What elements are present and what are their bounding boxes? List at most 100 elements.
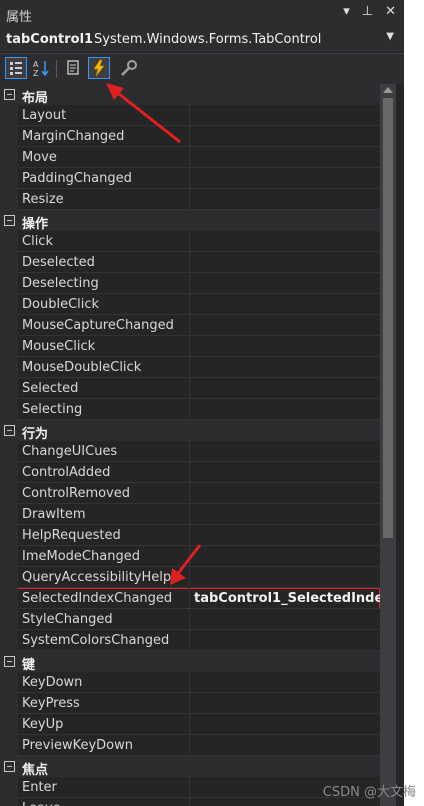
category-row[interactable]: 行为 — [0, 420, 380, 442]
event-value-cell[interactable] — [189, 714, 380, 735]
event-row[interactable]: Move — [0, 147, 380, 168]
event-value-cell[interactable] — [189, 525, 380, 546]
event-name: SelectedIndexChanged — [22, 591, 173, 606]
categorized-icon[interactable] — [5, 57, 27, 79]
event-name: KeyPress — [22, 696, 80, 711]
event-value-cell[interactable] — [189, 693, 380, 714]
event-row[interactable]: MarginChanged — [0, 126, 380, 147]
event-value-cell[interactable] — [189, 273, 380, 294]
event-name: Deselected — [22, 255, 95, 270]
event-row[interactable]: Deselecting — [0, 273, 380, 294]
event-value-cell[interactable] — [189, 735, 380, 756]
category-label: 布局 — [22, 91, 49, 106]
event-value-cell[interactable] — [189, 609, 380, 630]
event-row[interactable]: MouseDoubleClick — [0, 357, 380, 378]
event-value-cell[interactable] — [189, 336, 380, 357]
event-name: Deselecting — [22, 276, 99, 291]
event-row[interactable]: Resize — [0, 189, 380, 210]
event-value-cell[interactable] — [189, 126, 380, 147]
collapse-icon[interactable] — [4, 656, 15, 667]
properties-icon[interactable] — [62, 57, 84, 79]
event-row[interactable]: DoubleClick — [0, 294, 380, 315]
event-value-cell[interactable] — [189, 252, 380, 273]
properties-panel: 属性 ▾ ⊥ ✕ tabControl1 System.Windows.Form… — [0, 0, 404, 806]
event-row[interactable]: MouseCaptureChanged — [0, 315, 380, 336]
event-value-cell[interactable] — [189, 168, 380, 189]
collapse-icon[interactable] — [4, 89, 15, 100]
alphabetical-icon[interactable]: AZ — [30, 57, 52, 79]
event-name: MouseClick — [22, 339, 96, 354]
event-name: SystemColorsChanged — [22, 633, 170, 648]
event-value-cell[interactable] — [189, 357, 380, 378]
event-value-cell[interactable] — [189, 441, 380, 462]
event-row-selected[interactable]: SelectedIndexChanged tabControl1_Selected… — [0, 588, 380, 609]
event-name: DoubleClick — [22, 297, 100, 312]
event-name: Move — [22, 150, 57, 165]
category-label: 行为 — [22, 427, 49, 442]
event-value-cell[interactable] — [189, 315, 380, 336]
event-row[interactable]: SystemColorsChanged — [0, 630, 380, 651]
svg-text:Z: Z — [33, 69, 39, 78]
object-selector[interactable]: tabControl1 System.Windows.Forms.TabCont… — [0, 28, 404, 52]
event-row[interactable]: StyleChanged — [0, 609, 380, 630]
event-value-cell[interactable] — [189, 672, 380, 693]
category-row[interactable]: 键 — [0, 651, 380, 673]
event-handler-value[interactable]: tabControl1_SelectedIndexC — [194, 591, 380, 606]
collapse-icon[interactable] — [4, 215, 15, 226]
category-row[interactable]: 布局 — [0, 84, 380, 106]
event-value-cell[interactable] — [189, 630, 380, 651]
event-row[interactable]: DrawItem — [0, 504, 380, 525]
event-row[interactable]: ControlRemoved — [0, 483, 380, 504]
event-row[interactable]: Click — [0, 231, 380, 252]
object-name: tabControl1 — [6, 32, 94, 47]
panel-title: 属性 — [6, 10, 33, 25]
event-row[interactable]: ChangeUICues — [0, 441, 380, 462]
pin-icon[interactable]: ⊥ — [362, 4, 373, 19]
scroll-thumb[interactable] — [383, 98, 393, 538]
event-name: MouseDoubleClick — [22, 360, 142, 375]
event-value-cell[interactable] — [189, 189, 380, 210]
property-pages-icon[interactable] — [118, 57, 140, 79]
event-name: ControlRemoved — [22, 486, 130, 501]
event-value-cell[interactable] — [189, 546, 380, 567]
event-name: MouseCaptureChanged — [22, 318, 174, 333]
category-label: 操作 — [22, 217, 49, 232]
event-row[interactable]: PreviewKeyDown — [0, 735, 380, 756]
event-name: DrawItem — [22, 507, 86, 522]
scroll-up-icon[interactable] — [383, 87, 393, 93]
chevron-down-icon[interactable]: ▼ — [386, 31, 394, 42]
event-row[interactable]: KeyPress — [0, 693, 380, 714]
dropdown-icon[interactable]: ▾ — [343, 4, 350, 19]
event-row[interactable]: PaddingChanged — [0, 168, 380, 189]
event-value-cell[interactable] — [189, 504, 380, 525]
event-row[interactable]: Selected — [0, 378, 380, 399]
event-row[interactable]: KeyUp — [0, 714, 380, 735]
title-bar: 属性 ▾ ⊥ ✕ — [0, 0, 404, 28]
event-value-cell[interactable] — [189, 378, 380, 399]
vertical-scrollbar[interactable] — [380, 84, 396, 806]
object-type: System.Windows.Forms.TabControl — [94, 32, 322, 47]
event-name: KeyUp — [22, 717, 64, 732]
close-icon[interactable]: ✕ — [385, 4, 396, 19]
event-row[interactable]: Selecting — [0, 399, 380, 420]
event-row[interactable]: ControlAdded — [0, 462, 380, 483]
event-row[interactable]: KeyDown — [0, 672, 380, 693]
category-row[interactable]: 焦点 — [0, 756, 380, 778]
category-row[interactable]: 操作 — [0, 210, 380, 232]
event-name: ControlAdded — [22, 465, 111, 480]
event-value-cell[interactable] — [189, 147, 380, 168]
event-value-cell[interactable] — [189, 294, 380, 315]
event-value-cell[interactable] — [189, 399, 380, 420]
event-value-cell[interactable] — [189, 231, 380, 252]
collapse-icon[interactable] — [4, 761, 15, 772]
event-name: Click — [22, 234, 53, 249]
event-value-cell[interactable] — [189, 105, 380, 126]
event-row[interactable]: Deselected — [0, 252, 380, 273]
event-row[interactable]: Layout — [0, 105, 380, 126]
events-icon[interactable] — [88, 57, 110, 79]
event-row[interactable]: MouseClick — [0, 336, 380, 357]
event-value-cell[interactable] — [189, 567, 380, 588]
event-value-cell[interactable] — [189, 462, 380, 483]
event-value-cell[interactable] — [189, 483, 380, 504]
collapse-icon[interactable] — [4, 425, 15, 436]
